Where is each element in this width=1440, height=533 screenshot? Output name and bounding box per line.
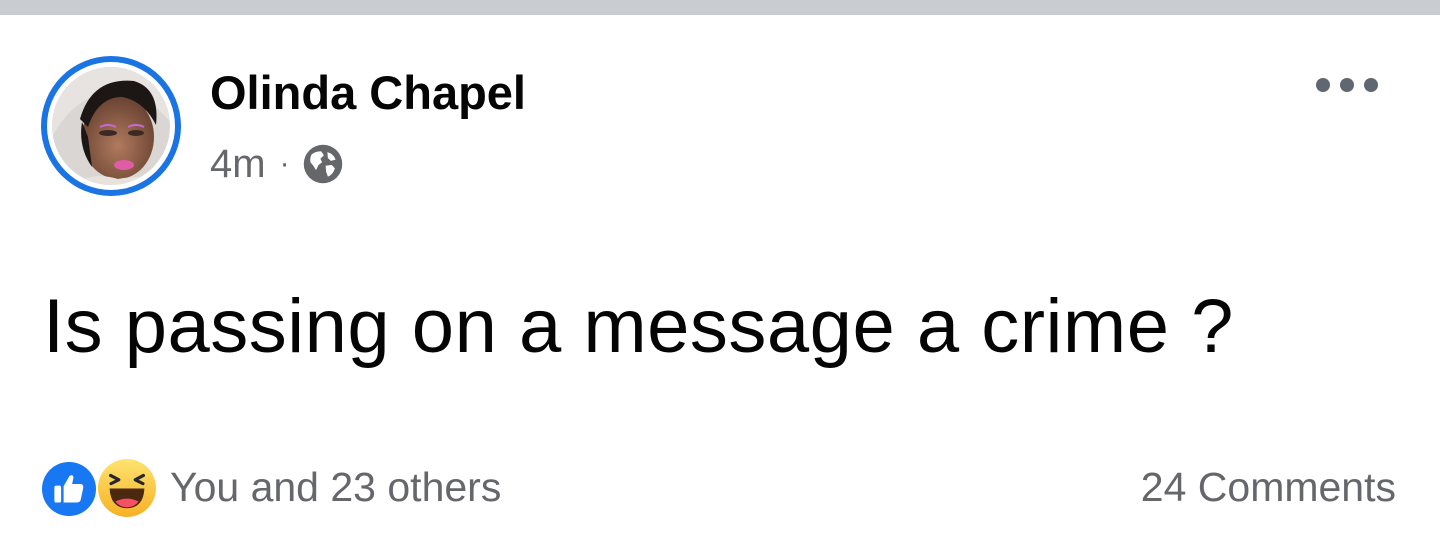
post-footer: You and 23 others 24 Comments xyxy=(0,455,1440,519)
more-dot xyxy=(1316,78,1330,92)
reactions-summary[interactable]: You and 23 others xyxy=(40,455,501,519)
author-name[interactable]: Olinda Chapel xyxy=(210,65,526,120)
more-dot xyxy=(1340,78,1354,92)
post-timestamp[interactable]: 4m xyxy=(210,142,266,187)
feed-separator-bar xyxy=(0,0,1440,15)
more-options-icon[interactable] xyxy=(1316,67,1378,103)
like-icon xyxy=(40,460,98,518)
globe-icon[interactable] xyxy=(302,143,344,185)
post-text: Is passing on a message a crime ? xyxy=(43,284,1234,369)
reaction-icons xyxy=(40,457,158,519)
meta-separator: · xyxy=(279,147,290,180)
post-meta: 4m · xyxy=(210,139,344,189)
avatar[interactable] xyxy=(52,67,170,185)
comments-count-link[interactable]: 24 Comments xyxy=(1141,455,1396,519)
avatar-frame xyxy=(47,62,175,190)
story-ring[interactable] xyxy=(41,56,181,196)
post-card: Olinda Chapel 4m · Is passing on a messa… xyxy=(0,15,1440,533)
reactions-count-label[interactable]: You and 23 others xyxy=(170,464,501,511)
more-dot xyxy=(1364,78,1378,92)
haha-icon xyxy=(96,457,158,519)
